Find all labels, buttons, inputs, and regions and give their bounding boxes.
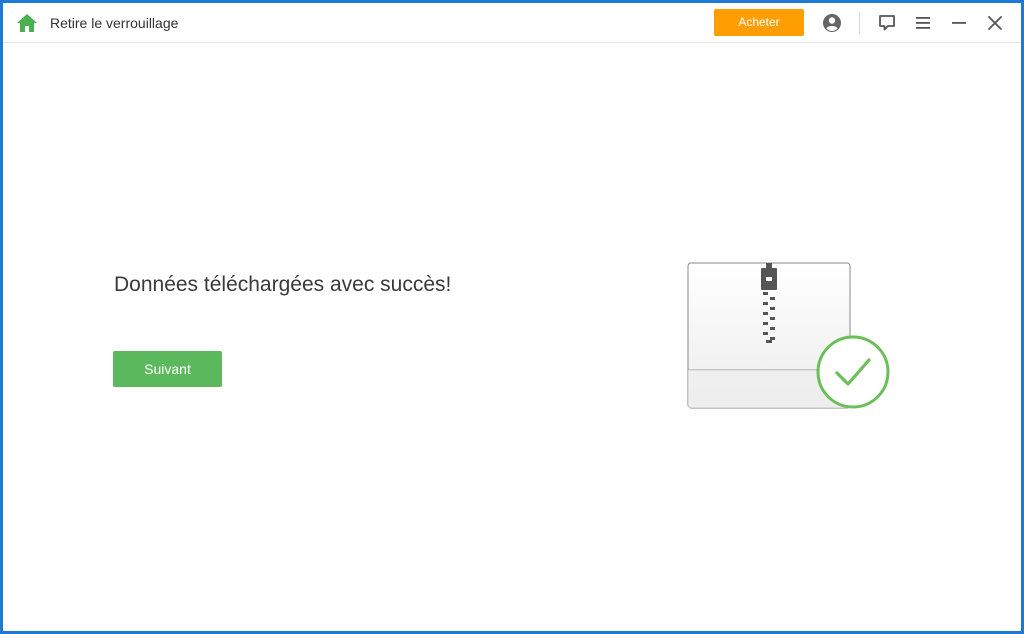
home-icon[interactable] (16, 13, 38, 33)
app-window: Retire le verrouillage Acheter Données t… (0, 0, 1024, 634)
success-check-icon (816, 335, 890, 409)
next-button[interactable]: Suivant (113, 351, 222, 387)
titlebar-separator (859, 12, 860, 34)
feedback-icon[interactable] (876, 12, 898, 34)
success-message: Données téléchargées avec succès! (114, 273, 452, 296)
menu-icon[interactable] (912, 12, 934, 34)
title-bar: Retire le verrouillage Acheter (3, 3, 1021, 43)
close-icon[interactable] (984, 12, 1006, 34)
app-title: Retire le verrouillage (50, 15, 179, 31)
buy-button[interactable]: Acheter (714, 9, 804, 36)
minimize-icon[interactable] (948, 12, 970, 34)
download-success-illustration (687, 262, 890, 409)
account-icon[interactable] (821, 12, 843, 34)
